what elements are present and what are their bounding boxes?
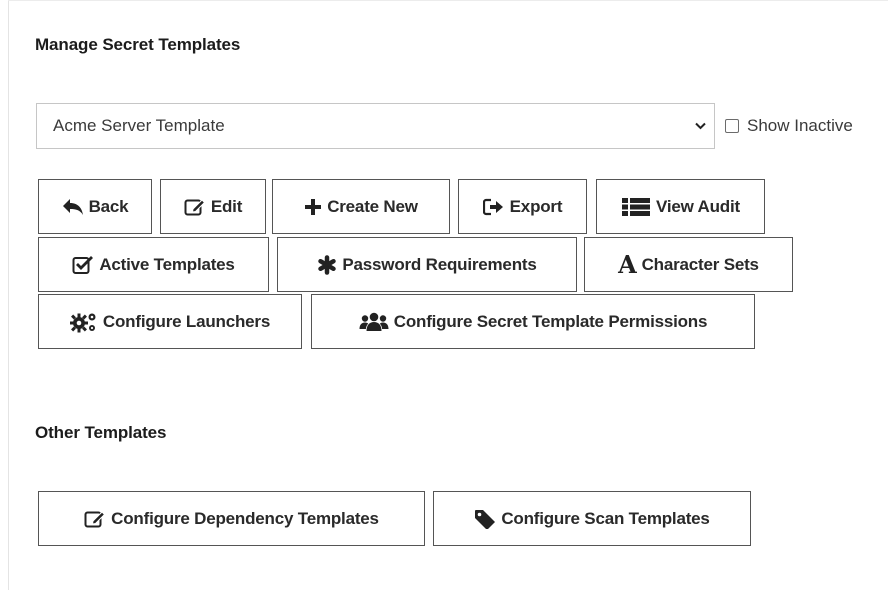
- configure-permissions-button-label: Configure Secret Template Permissions: [393, 311, 708, 331]
- template-select[interactable]: Acme Server Template: [36, 103, 715, 149]
- frame-top-border: [8, 0, 888, 1]
- character-sets-button[interactable]: A Character Sets: [584, 237, 793, 292]
- password-requirements-button[interactable]: Password Requirements: [277, 237, 577, 292]
- active-templates-button[interactable]: Active Templates: [38, 237, 269, 292]
- reply-arrow-icon: [62, 198, 84, 216]
- frame-left-border: [8, 0, 9, 590]
- configure-dependency-templates-button[interactable]: Configure Dependency Templates: [38, 491, 425, 546]
- list-icon: [621, 197, 651, 217]
- template-select-value: Acme Server Template: [53, 116, 225, 135]
- edit-icon: [184, 197, 206, 217]
- back-button[interactable]: Back: [38, 179, 152, 234]
- edit-button-label: Edit: [210, 196, 243, 216]
- show-inactive-checkbox[interactable]: [725, 119, 739, 133]
- configure-scan-templates-button[interactable]: Configure Scan Templates: [433, 491, 751, 546]
- active-templates-button-label: Active Templates: [99, 254, 235, 274]
- show-inactive-label[interactable]: Show Inactive: [747, 116, 853, 136]
- edit-button[interactable]: Edit: [160, 179, 266, 234]
- configure-scan-templates-button-label: Configure Scan Templates: [501, 508, 710, 528]
- export-button-label: Export: [509, 196, 563, 216]
- section-title-other-templates: Other Templates: [35, 423, 167, 442]
- show-inactive-toggle[interactable]: Show Inactive: [725, 116, 853, 136]
- create-new-button[interactable]: Create New: [272, 179, 450, 234]
- configure-launchers-button[interactable]: Configure Launchers: [38, 294, 302, 349]
- font-icon: A: [618, 249, 637, 279]
- plus-icon: [304, 198, 322, 216]
- asterisk-icon: [317, 254, 337, 275]
- character-sets-button-label: Character Sets: [641, 254, 759, 274]
- configure-launchers-button-label: Configure Launchers: [102, 311, 271, 331]
- export-icon: [482, 198, 505, 216]
- view-audit-button-label: View Audit: [656, 196, 740, 216]
- password-requirements-button-label: Password Requirements: [342, 254, 537, 274]
- edit-icon: [84, 509, 106, 529]
- tag-icon: [474, 509, 496, 529]
- view-audit-button[interactable]: View Audit: [596, 179, 765, 234]
- gears-icon: [69, 311, 98, 333]
- configure-permissions-button[interactable]: Configure Secret Template Permissions: [311, 294, 755, 349]
- back-button-label: Back: [88, 196, 129, 216]
- chevron-down-icon: [694, 120, 706, 132]
- check-square-icon: [72, 255, 94, 275]
- export-button[interactable]: Export: [458, 179, 587, 234]
- page-title: Manage Secret Templates: [35, 35, 241, 54]
- users-icon: [359, 312, 389, 332]
- configure-dependency-templates-button-label: Configure Dependency Templates: [111, 508, 379, 528]
- create-new-button-label: Create New: [327, 196, 418, 216]
